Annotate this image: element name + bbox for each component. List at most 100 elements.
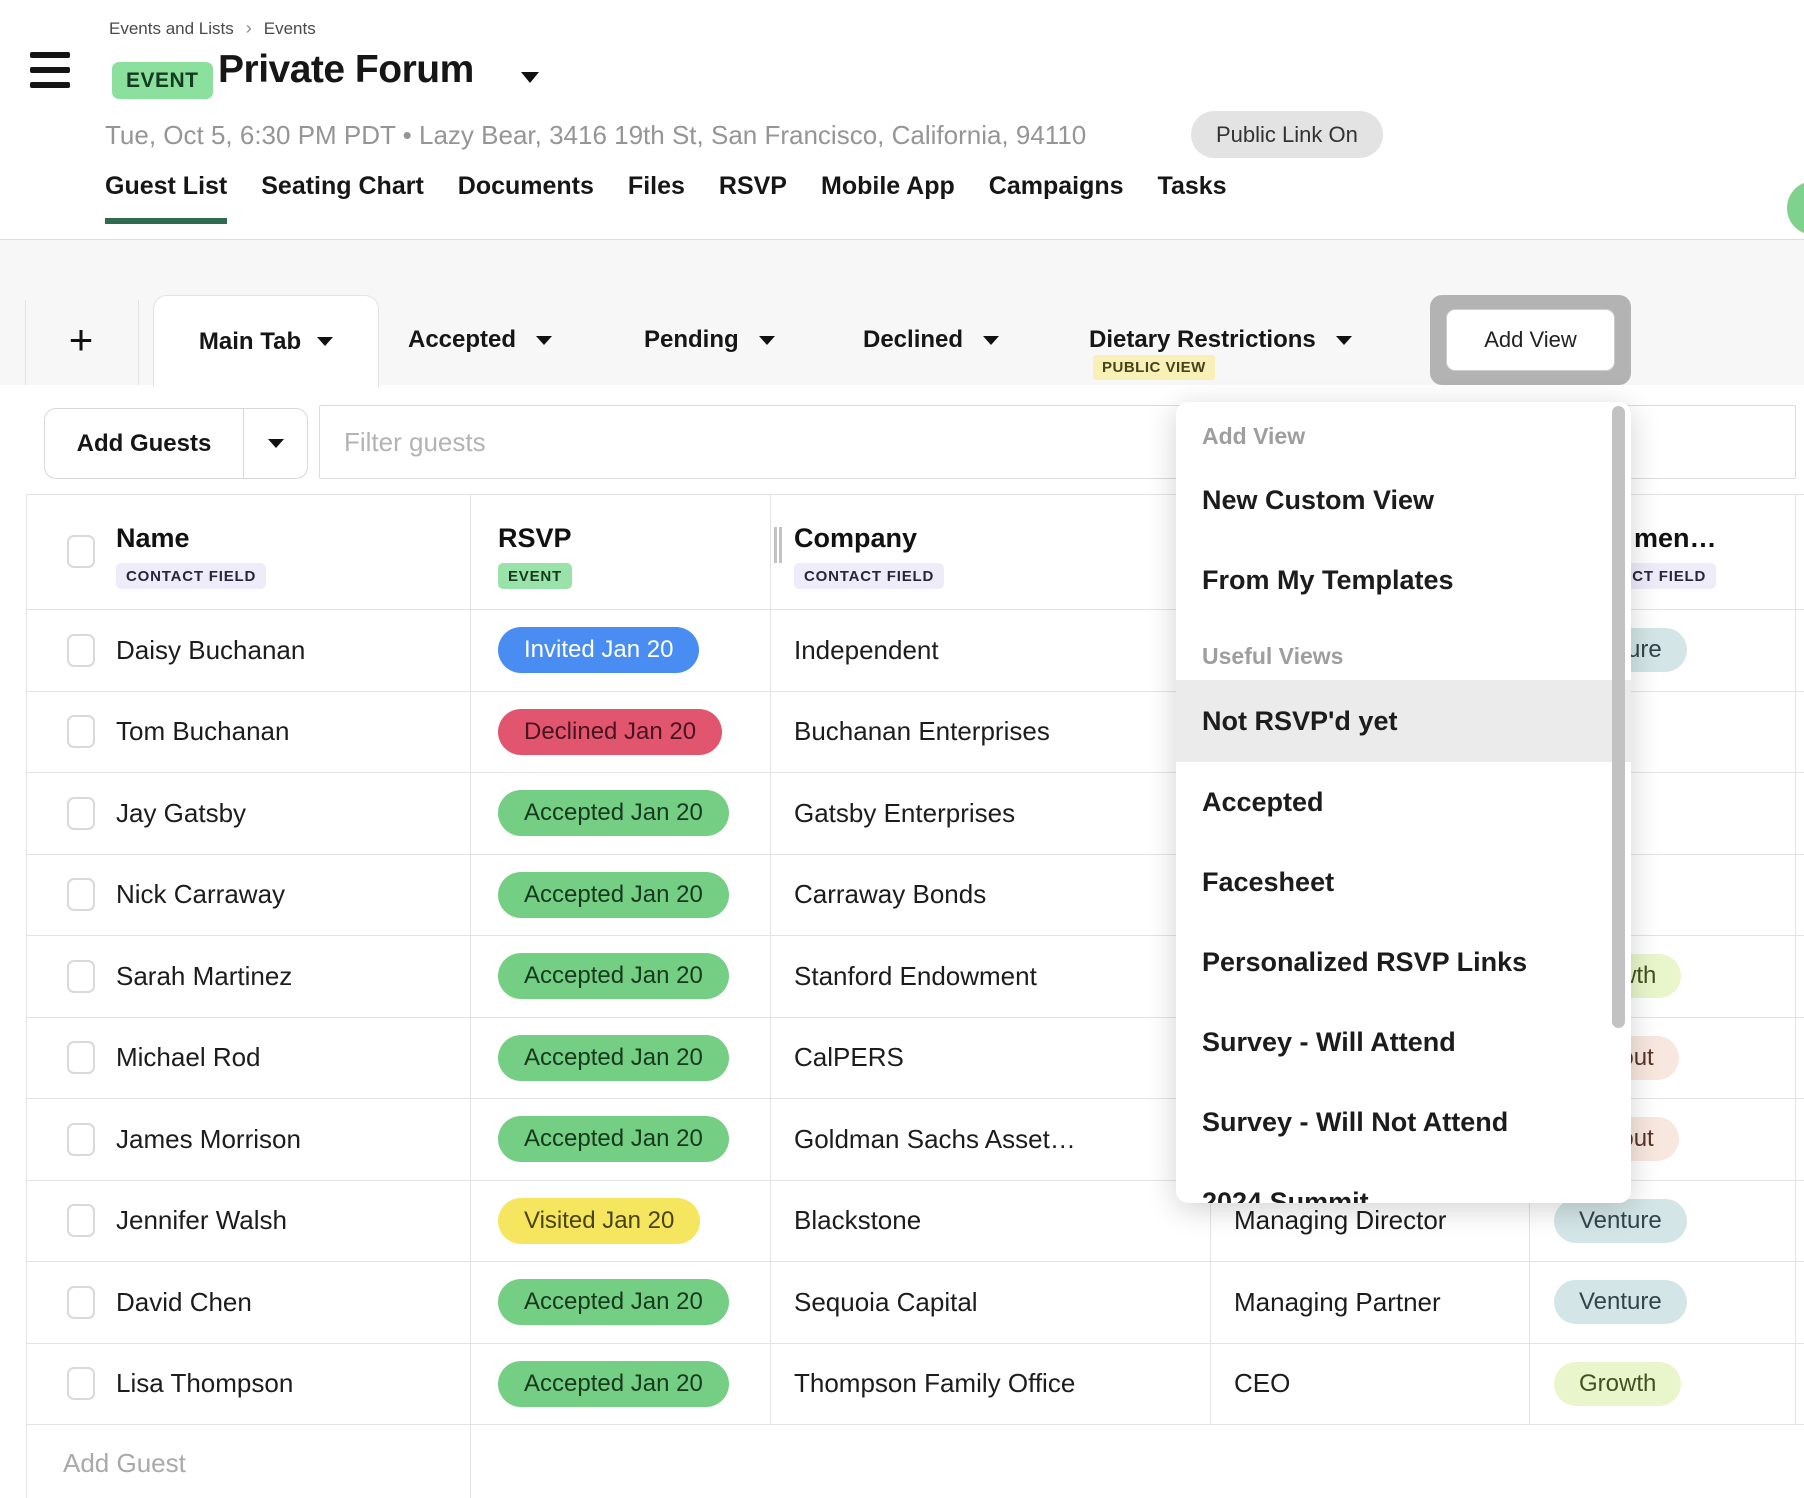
table-row[interactable]: David Chen Accepted Jan 20 Sequoia Capit… (27, 1262, 1804, 1344)
public-link-toggle[interactable]: Public Link On (1191, 111, 1383, 158)
chevron-down-icon[interactable] (759, 336, 775, 345)
event-type-badge: EVENT (112, 62, 213, 99)
rsvp-status-badge: Declined Jan 20 (498, 709, 722, 755)
add-guest-row[interactable]: Add Guest (27, 1425, 1804, 1498)
guest-company: CalPERS (794, 1042, 904, 1073)
strip-divider (25, 300, 26, 385)
rsvp-status-badge: Accepted Jan 20 (498, 1116, 729, 1162)
menu-item-2024-summit-clipped[interactable]: 2024 Summit (1176, 1162, 1631, 1203)
row-checkbox[interactable] (67, 960, 95, 993)
add-guests-dropdown-button[interactable] (244, 409, 307, 478)
row-checkbox[interactable] (67, 797, 95, 830)
tab-campaigns[interactable]: Campaigns (989, 172, 1124, 224)
tab-files[interactable]: Files (628, 172, 685, 224)
guest-company: Independent (794, 635, 939, 666)
rsvp-status-badge: Accepted Jan 20 (498, 872, 729, 918)
add-view-dropdown-menu: Add View New Custom View From My Templat… (1176, 402, 1631, 1203)
rsvp-status-badge: Accepted Jan 20 (498, 1279, 729, 1325)
guest-name: James Morrison (116, 1124, 301, 1155)
tab-documents[interactable]: Documents (458, 172, 594, 224)
contact-field-badge: CONTACT FIELD (116, 563, 266, 589)
menu-section-add-view: Add View (1176, 402, 1631, 460)
guest-name: Lisa Thompson (116, 1368, 293, 1399)
row-checkbox[interactable] (67, 1041, 95, 1074)
row-checkbox[interactable] (67, 1367, 95, 1400)
segment-badge: Growth (1554, 1362, 1681, 1406)
guest-name: Sarah Martinez (116, 961, 292, 992)
avatar[interactable] (1787, 181, 1804, 235)
guest-company: Thompson Family Office (794, 1368, 1075, 1399)
event-datetime-location: Tue, Oct 5, 6:30 PM PDT • Lazy Bear, 341… (105, 120, 1086, 151)
segment-badge: Venture (1554, 1280, 1687, 1324)
column-resize-handle-icon[interactable] (774, 527, 782, 563)
public-view-badge: PUBLIC VIEW (1093, 355, 1215, 380)
menu-item-from-my-templates[interactable]: From My Templates (1176, 540, 1631, 620)
menu-section-useful-views: Useful Views (1176, 620, 1631, 680)
strip-divider (138, 300, 139, 385)
row-checkbox[interactable] (67, 1286, 95, 1319)
rsvp-status-badge: Accepted Jan 20 (498, 953, 729, 999)
view-tab-pending[interactable]: Pending (644, 295, 775, 385)
add-guests-split-button[interactable]: Add Guests (44, 408, 308, 479)
view-tab-declined[interactable]: Declined (863, 295, 999, 385)
tab-rsvp[interactable]: RSVP (719, 172, 787, 224)
menu-item-survey-will-attend[interactable]: Survey - Will Attend (1176, 1002, 1631, 1082)
column-header-rsvp: RSVP EVENT (471, 495, 771, 609)
add-view-button[interactable]: Add View (1446, 309, 1615, 371)
event-switcher-chevron-down-icon[interactable] (521, 72, 539, 83)
add-view-tab-plus-button[interactable]: + (56, 295, 106, 385)
chevron-down-icon[interactable] (317, 337, 333, 346)
row-checkbox[interactable] (67, 1204, 95, 1237)
guest-name: Daisy Buchanan (116, 635, 305, 666)
rsvp-status-badge: Accepted Jan 20 (498, 790, 729, 836)
breadcrumb-events-and-lists[interactable]: Events and Lists (109, 19, 234, 39)
menu-item-not-rsvpd-yet[interactable]: Not RSVP'd yet (1176, 680, 1631, 762)
row-checkbox[interactable] (67, 1123, 95, 1156)
guest-name: Tom Buchanan (116, 716, 289, 747)
breadcrumb-separator-icon: › (246, 18, 252, 39)
chevron-down-icon[interactable] (983, 336, 999, 345)
menu-item-new-custom-view[interactable]: New Custom View (1176, 460, 1631, 540)
guest-company: Goldman Sachs Asset… (794, 1124, 1076, 1155)
chevron-down-icon[interactable] (536, 336, 552, 345)
breadcrumb: Events and Lists › Events (109, 18, 316, 39)
event-field-badge: EVENT (498, 563, 572, 589)
menu-item-survey-will-not-attend[interactable]: Survey - Will Not Attend (1176, 1082, 1631, 1162)
guest-company: Buchanan Enterprises (794, 716, 1050, 747)
row-checkbox[interactable] (67, 715, 95, 748)
menu-item-accepted[interactable]: Accepted (1176, 762, 1631, 842)
guest-company: Blackstone (794, 1205, 921, 1236)
guest-company: Sequoia Capital (794, 1287, 978, 1318)
chevron-down-icon[interactable] (1336, 336, 1352, 345)
breadcrumb-events[interactable]: Events (264, 19, 316, 39)
menu-item-facesheet[interactable]: Facesheet (1176, 842, 1631, 922)
table-row[interactable]: Lisa Thompson Accepted Jan 20 Thompson F… (27, 1344, 1804, 1426)
guest-name: Michael Rod (116, 1042, 261, 1073)
guest-title: Managing Director (1234, 1205, 1446, 1236)
column-header-name: Name CONTACT FIELD (27, 495, 471, 609)
rsvp-status-badge: Visited Jan 20 (498, 1198, 700, 1244)
tab-guest-list[interactable]: Guest List (105, 172, 227, 224)
hamburger-menu-icon[interactable] (30, 52, 70, 88)
row-checkbox[interactable] (67, 878, 95, 911)
rsvp-status-badge: Invited Jan 20 (498, 627, 699, 673)
guest-company: Gatsby Enterprises (794, 798, 1015, 829)
row-checkbox[interactable] (67, 634, 95, 667)
tab-seating-chart[interactable]: Seating Chart (261, 172, 424, 224)
guest-list-page: Events and Lists › Events EVENT Private … (0, 0, 1804, 1498)
guest-company: Carraway Bonds (794, 879, 986, 910)
menu-item-personalized-rsvp-links[interactable]: Personalized RSVP Links (1176, 922, 1631, 1002)
guest-name: Jay Gatsby (116, 798, 246, 829)
menu-scrollbar[interactable] (1612, 406, 1625, 1028)
guest-name: Jennifer Walsh (116, 1205, 287, 1236)
view-tab-accepted[interactable]: Accepted (408, 295, 552, 385)
select-all-checkbox[interactable] (67, 535, 95, 568)
guest-name: David Chen (116, 1287, 252, 1318)
chevron-down-icon (268, 439, 284, 448)
guest-name: Nick Carraway (116, 879, 285, 910)
tab-mobile-app[interactable]: Mobile App (821, 172, 955, 224)
add-guests-button[interactable]: Add Guests (45, 409, 243, 478)
view-tab-main[interactable]: Main Tab (153, 295, 379, 387)
tab-tasks[interactable]: Tasks (1158, 172, 1227, 224)
add-view-button-focus-ring: Add View (1430, 295, 1631, 385)
